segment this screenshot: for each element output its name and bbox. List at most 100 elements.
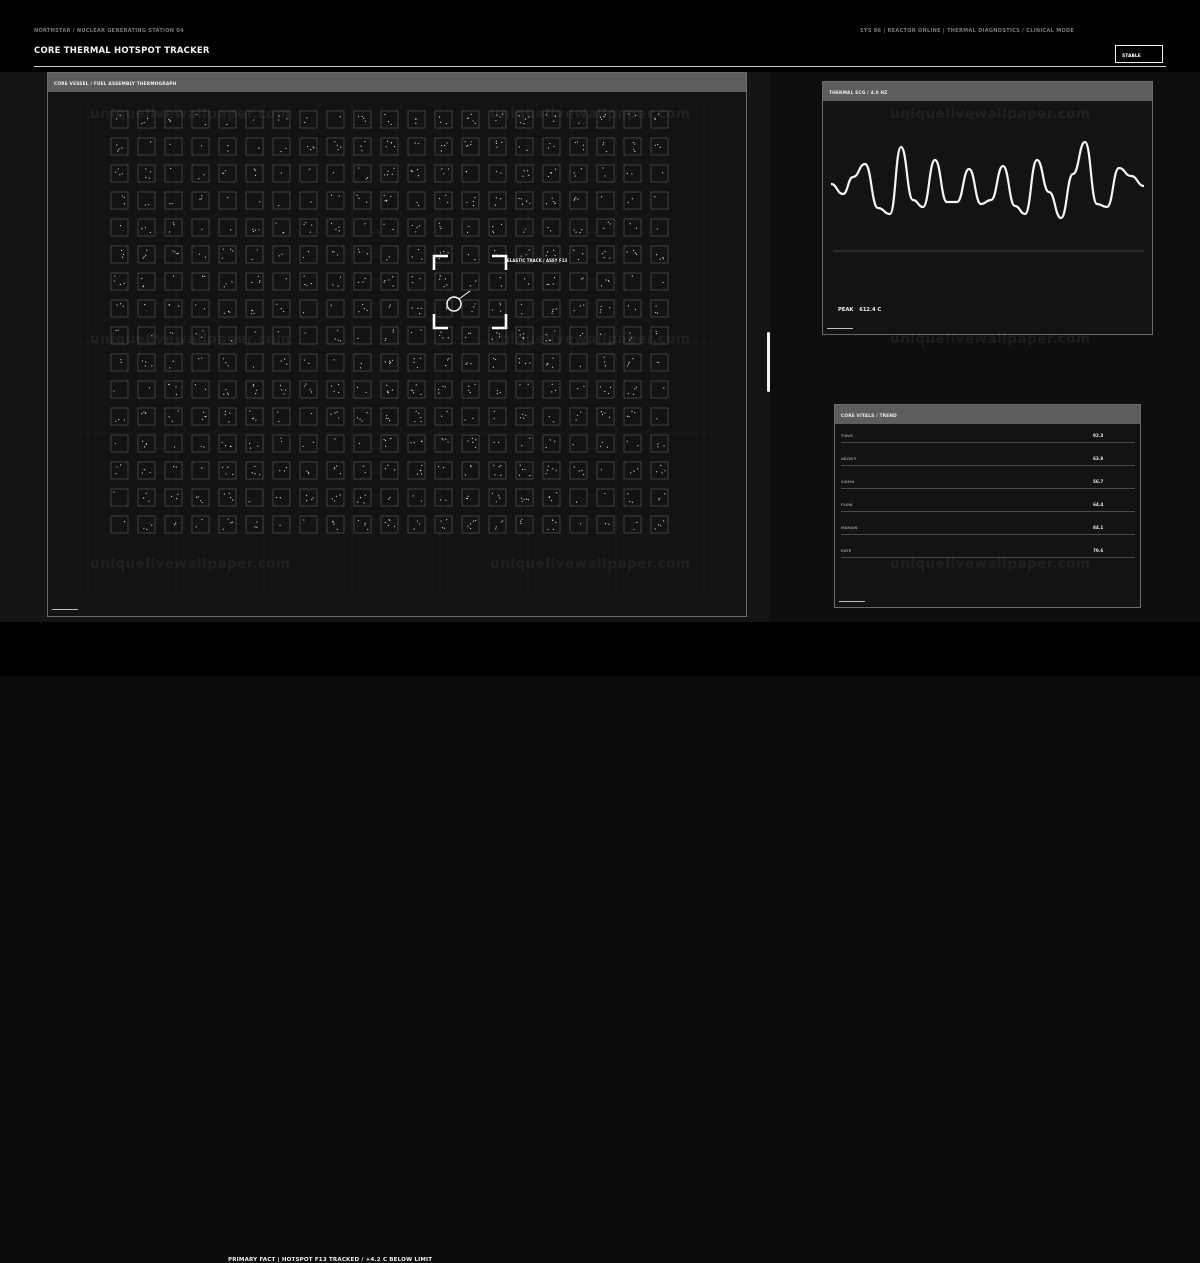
fuel-assembly-cell[interactable] [110,488,129,507]
fuel-assembly-cell[interactable] [110,434,129,453]
fuel-assembly-cell[interactable] [245,380,264,399]
fuel-assembly-cell[interactable] [272,218,291,237]
fuel-assembly-cell[interactable] [542,218,561,237]
fuel-assembly-cell[interactable] [380,164,399,183]
fuel-assembly-cell[interactable] [380,326,399,345]
fuel-assembly-cell[interactable] [218,461,237,480]
fuel-assembly-cell[interactable] [515,164,534,183]
fuel-assembly-cell[interactable] [569,218,588,237]
fuel-assembly-cell[interactable] [623,164,642,183]
fuel-assembly-cell[interactable] [623,515,642,534]
fuel-assembly-cell[interactable] [164,407,183,426]
fuel-assembly-cell[interactable] [461,326,480,345]
fuel-assembly-cell[interactable] [137,137,156,156]
fuel-assembly-cell[interactable] [110,299,129,318]
fuel-assembly-cell[interactable] [191,137,210,156]
fuel-assembly-cell[interactable] [515,488,534,507]
fuel-assembly-cell[interactable] [353,407,372,426]
fuel-assembly-cell[interactable] [218,110,237,129]
fuel-assembly-cell[interactable] [542,353,561,372]
fuel-assembly-cell[interactable] [596,434,615,453]
fuel-assembly-cell[interactable] [299,245,318,264]
fuel-assembly-cell[interactable] [272,515,291,534]
scrollbar-thumb[interactable] [767,332,770,392]
fuel-assembly-cell[interactable] [434,515,453,534]
fuel-assembly-cell[interactable] [137,488,156,507]
fuel-assembly-cell[interactable] [596,191,615,210]
fuel-assembly-cell[interactable] [299,407,318,426]
fuel-assembly-cell[interactable] [461,218,480,237]
fuel-assembly-cell[interactable] [596,299,615,318]
fuel-assembly-cell[interactable] [596,407,615,426]
fuel-assembly-cell[interactable] [461,164,480,183]
fuel-assembly-cell[interactable] [515,137,534,156]
fuel-assembly-cell[interactable] [596,488,615,507]
fuel-assembly-cell[interactable] [542,110,561,129]
fuel-assembly-cell[interactable] [623,488,642,507]
fuel-assembly-cell[interactable] [461,380,480,399]
fuel-assembly-cell[interactable] [488,326,507,345]
fuel-assembly-cell[interactable] [272,461,291,480]
fuel-assembly-cell[interactable] [650,434,669,453]
fuel-assembly-cell[interactable] [191,218,210,237]
fuel-assembly-cell[interactable] [515,326,534,345]
fuel-assembly-cell[interactable] [488,191,507,210]
fuel-assembly-cell[interactable] [272,326,291,345]
fuel-assembly-cell[interactable] [326,434,345,453]
fuel-assembly-cell[interactable] [299,380,318,399]
fuel-assembly-cell[interactable] [434,245,453,264]
fuel-assembly-cell[interactable] [488,353,507,372]
fuel-assembly-cell[interactable] [326,461,345,480]
fuel-assembly-cell[interactable] [542,326,561,345]
fuel-assembly-grid[interactable]: ELASTIC TRACK / ASSY F13 [48,73,748,618]
fuel-assembly-cell[interactable] [137,407,156,426]
fuel-assembly-cell[interactable] [461,353,480,372]
fuel-assembly-cell[interactable] [218,137,237,156]
fuel-assembly-cell[interactable] [191,353,210,372]
fuel-assembly-cell[interactable] [407,137,426,156]
fuel-assembly-cell[interactable] [461,407,480,426]
fuel-assembly-cell[interactable] [218,218,237,237]
fuel-assembly-cell[interactable] [596,353,615,372]
fuel-assembly-cell[interactable] [515,272,534,291]
fuel-assembly-cell[interactable] [569,407,588,426]
fuel-assembly-cell[interactable] [380,434,399,453]
fuel-assembly-cell[interactable] [191,515,210,534]
fuel-assembly-cell[interactable] [326,326,345,345]
fuel-assembly-cell[interactable] [191,299,210,318]
fuel-assembly-cell[interactable] [623,353,642,372]
fuel-assembly-cell[interactable] [110,272,129,291]
fuel-assembly-cell[interactable] [434,488,453,507]
fuel-assembly-cell[interactable] [488,272,507,291]
fuel-assembly-cell[interactable] [164,245,183,264]
fuel-assembly-cell[interactable] [542,434,561,453]
fuel-assembly-cell[interactable] [272,488,291,507]
fuel-assembly-cell[interactable] [650,299,669,318]
fuel-assembly-cell[interactable] [245,272,264,291]
fuel-assembly-cell[interactable] [299,137,318,156]
fuel-assembly-cell[interactable] [245,110,264,129]
fuel-assembly-cell[interactable] [272,191,291,210]
fuel-assembly-cell[interactable] [434,434,453,453]
fuel-assembly-cell[interactable] [380,299,399,318]
fuel-assembly-cell[interactable] [218,326,237,345]
fuel-assembly-cell[interactable] [434,191,453,210]
fuel-assembly-cell[interactable] [542,137,561,156]
fuel-assembly-cell[interactable] [569,272,588,291]
fuel-assembly-cell[interactable] [218,245,237,264]
fuel-assembly-cell[interactable] [623,110,642,129]
fuel-assembly-cell[interactable] [380,272,399,291]
fuel-assembly-cell[interactable] [191,407,210,426]
fuel-assembly-cell[interactable] [623,407,642,426]
fuel-assembly-cell[interactable] [191,272,210,291]
fuel-assembly-cell[interactable] [299,299,318,318]
fuel-assembly-cell[interactable] [434,272,453,291]
fuel-assembly-cell[interactable] [596,380,615,399]
fuel-assembly-cell[interactable] [191,191,210,210]
fuel-assembly-cell[interactable] [542,272,561,291]
fuel-assembly-cell[interactable] [272,407,291,426]
fuel-assembly-cell[interactable] [137,380,156,399]
fuel-assembly-cell[interactable] [569,461,588,480]
fuel-assembly-cell[interactable] [272,272,291,291]
fuel-assembly-cell[interactable] [191,245,210,264]
